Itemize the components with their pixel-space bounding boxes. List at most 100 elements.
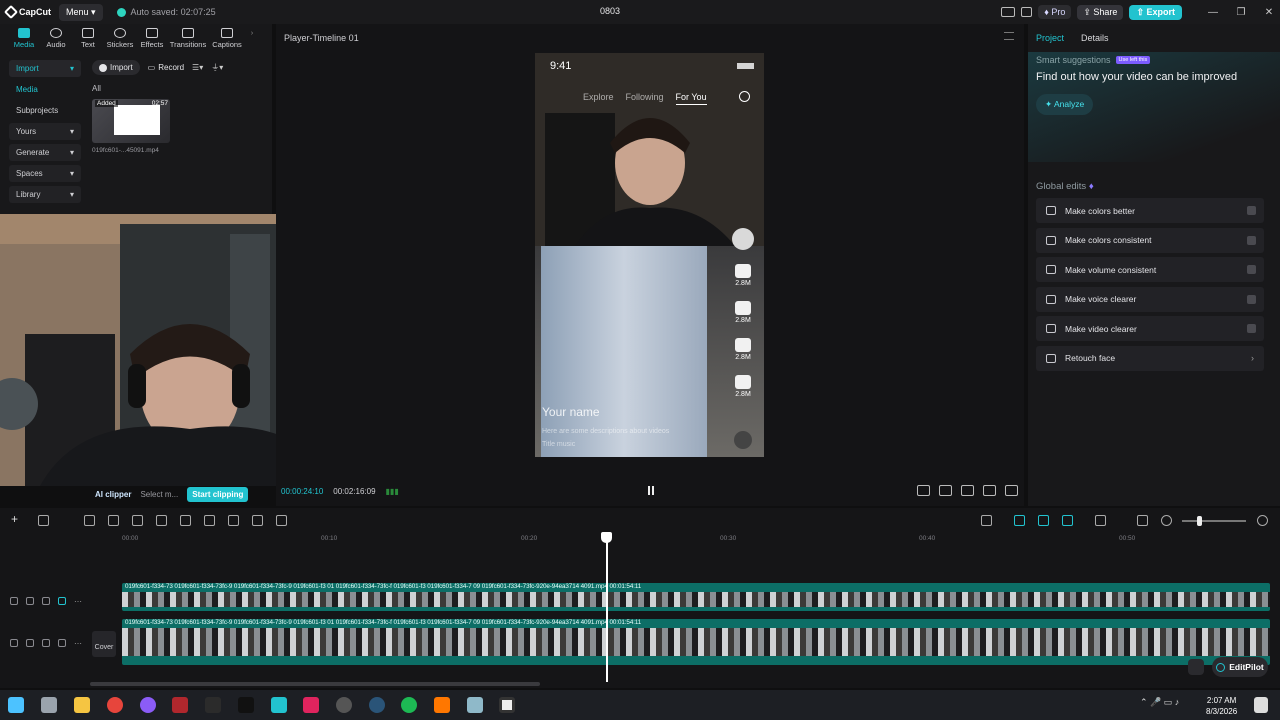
chatgpt-icon[interactable] xyxy=(336,697,352,713)
select-media-dropdown[interactable]: Select m... xyxy=(140,490,178,499)
pause-button[interactable] xyxy=(648,486,654,495)
edit-volume-consistent[interactable]: Make volume consistent xyxy=(1036,257,1264,282)
close-icon[interactable]: ✕ xyxy=(1258,7,1280,18)
nav-yours[interactable]: Yours ▾ xyxy=(9,123,81,140)
folder-icon[interactable] xyxy=(74,697,90,713)
zoom-in-icon[interactable] xyxy=(1257,515,1268,526)
edit-video-clearer[interactable]: Make video clearer xyxy=(1036,316,1264,341)
track-toggle-icon[interactable] xyxy=(10,597,18,605)
epic-games-icon[interactable] xyxy=(205,697,221,713)
app-icon[interactable] xyxy=(271,697,287,713)
analyze-button[interactable]: ✦ Analyze xyxy=(1036,94,1094,115)
media-thumbnail[interactable]: Added 02:57 xyxy=(92,99,170,143)
magnet-icon[interactable] xyxy=(1038,515,1049,526)
filter-all[interactable]: All xyxy=(92,84,272,93)
marker-icon[interactable] xyxy=(228,515,239,526)
time-ruler[interactable]: 00:00 00:10 00:20 00:30 00:40 00:50 xyxy=(122,534,1280,546)
magic-edit-icon[interactable] xyxy=(276,515,287,526)
menu-button[interactable]: Menu ▾ xyxy=(59,3,103,21)
toggle[interactable] xyxy=(1247,294,1256,304)
add-track-icon[interactable]: + xyxy=(11,512,22,526)
steam-icon[interactable] xyxy=(369,697,385,713)
zoom-slider[interactable] xyxy=(1182,520,1246,522)
export-button[interactable]: ⇧ Export xyxy=(1129,4,1182,20)
edit-voice-clearer[interactable]: Make voice clearer xyxy=(1036,286,1264,312)
record-button[interactable]: ▭ Record xyxy=(148,63,184,72)
tab-details[interactable]: Details xyxy=(1081,33,1109,43)
share-button[interactable]: ⇪ Share xyxy=(1077,4,1124,20)
tab-text[interactable]: Text xyxy=(72,24,104,52)
filter-icon[interactable]: ⏚▾ xyxy=(211,62,223,73)
nav-library[interactable]: Library ▾ xyxy=(9,186,81,203)
timeline-scrollbar[interactable] xyxy=(90,682,540,686)
tab-media[interactable]: Media xyxy=(8,24,40,52)
sort-icon[interactable]: ☰▾ xyxy=(192,63,203,72)
more-icon[interactable]: ⋯ xyxy=(74,597,82,606)
playhead-handle[interactable] xyxy=(601,532,612,543)
link-icon[interactable] xyxy=(1014,515,1025,526)
file-explorer-icon[interactable] xyxy=(41,697,57,713)
tab-effects[interactable]: Effects xyxy=(136,24,168,52)
tab-audio[interactable]: Audio xyxy=(40,24,72,52)
snap-icon[interactable] xyxy=(1062,515,1073,526)
discord-icon[interactable] xyxy=(140,697,156,713)
toggle[interactable] xyxy=(1247,324,1256,333)
preview-canvas[interactable]: 9:41 Explore Following For You 2.8M 2.8M… xyxy=(535,53,764,457)
voicemeeter-icon[interactable] xyxy=(172,697,188,713)
nav-media[interactable]: Media xyxy=(9,81,81,98)
split-icon[interactable] xyxy=(132,515,143,526)
windows-start-icon[interactable] xyxy=(8,697,24,713)
undo-icon[interactable] xyxy=(84,515,95,526)
toggle[interactable] xyxy=(1247,235,1256,245)
lock-icon[interactable] xyxy=(26,639,34,647)
shortcuts-icon[interactable] xyxy=(1021,7,1033,17)
zoom-out-icon[interactable] xyxy=(1161,515,1172,526)
fullscreen-icon[interactable] xyxy=(1005,485,1018,496)
player-menu-icon[interactable] xyxy=(1004,32,1014,40)
spotify-icon[interactable] xyxy=(401,697,417,713)
trim-left-icon[interactable] xyxy=(156,515,167,526)
crop-icon[interactable] xyxy=(917,485,930,496)
layers-icon[interactable] xyxy=(1188,659,1204,675)
video-track-2[interactable]: 019fc601-f334-73 019fc601-f334-73fc-9 01… xyxy=(122,619,1270,665)
start-clipping-button[interactable]: Start clipping xyxy=(187,487,249,502)
edit-retouch-face[interactable]: Retouch face › xyxy=(1036,345,1264,371)
lock-icon[interactable] xyxy=(26,597,34,605)
quality-icon[interactable] xyxy=(939,485,952,496)
audio-icon[interactable] xyxy=(58,597,66,605)
layout-icon[interactable] xyxy=(1001,7,1016,17)
caption-align-icon[interactable] xyxy=(1095,515,1106,526)
tab-project[interactable]: Project xyxy=(1036,33,1064,43)
delete-icon[interactable] xyxy=(204,515,215,526)
toggle[interactable] xyxy=(1247,265,1256,274)
nav-import[interactable]: Import ▾ xyxy=(9,60,81,77)
tiktok-app-icon[interactable] xyxy=(303,697,319,713)
track-toggle-icon[interactable] xyxy=(10,639,18,647)
ratio-icon[interactable] xyxy=(983,485,996,496)
restore-icon[interactable]: ❐ xyxy=(1230,7,1252,18)
import-button[interactable]: Import xyxy=(92,60,140,75)
nav-subprojects[interactable]: Subprojects xyxy=(9,102,81,119)
eye-icon[interactable] xyxy=(42,639,50,647)
tab-captions[interactable]: Captions xyxy=(208,24,246,52)
notes-icon[interactable] xyxy=(467,697,483,713)
pro-button[interactable]: ♦ Pro xyxy=(1038,5,1072,19)
audio-icon[interactable] xyxy=(58,639,66,647)
more-icon[interactable]: ⋯ xyxy=(74,639,82,648)
tabs-more-arrow[interactable]: › xyxy=(246,24,258,52)
select-tool-icon[interactable] xyxy=(38,515,49,526)
zoom-slider-handle[interactable] xyxy=(1197,516,1202,526)
freeze-icon[interactable] xyxy=(252,515,263,526)
mic-icon[interactable] xyxy=(981,515,992,526)
minimize-icon[interactable]: — xyxy=(1202,7,1224,18)
chrome-icon[interactable] xyxy=(107,697,123,713)
zoom-fit-icon[interactable] xyxy=(961,485,974,496)
nav-generate[interactable]: Generate ▾ xyxy=(9,144,81,161)
capcut-active-icon[interactable] xyxy=(499,697,515,713)
tray-icons[interactable]: ⌃ 🎤 ▭ ♪ xyxy=(1140,697,1196,713)
tab-transitions[interactable]: Transitions xyxy=(168,24,208,52)
capcut-app-icon[interactable] xyxy=(238,697,254,713)
eye-icon[interactable] xyxy=(42,597,50,605)
toggle[interactable] xyxy=(1247,206,1256,215)
video-track-1[interactable]: 019fc601-f334-73 019fc601-f334-73fc-9 01… xyxy=(122,583,1270,611)
